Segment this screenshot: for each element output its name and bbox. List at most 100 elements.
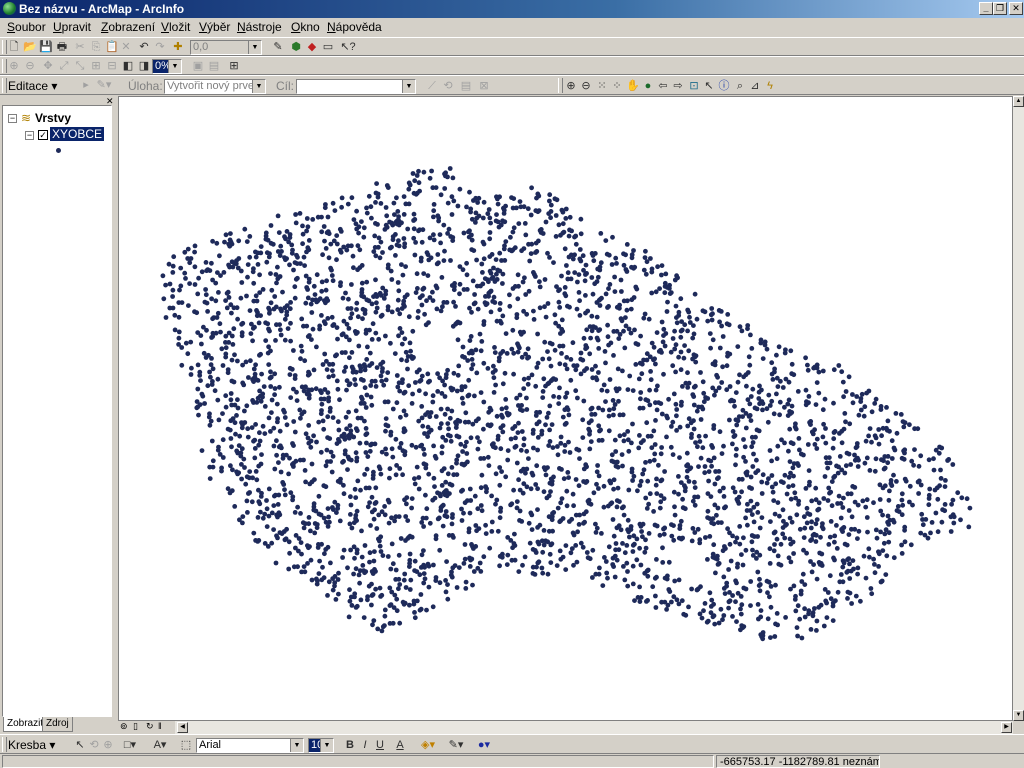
edit-tool-icon[interactable]: ▸ bbox=[78, 77, 94, 93]
menu-okno[interactable]: Okno bbox=[291, 20, 320, 34]
data-view-icon[interactable]: ⊚ bbox=[120, 721, 128, 732]
marker-color-icon[interactable]: ●▾ bbox=[476, 737, 492, 753]
select-features-icon[interactable]: ⊡ bbox=[686, 78, 702, 94]
editor-menu-button[interactable]: Editace ▾ bbox=[8, 79, 57, 93]
attributes-icon[interactable]: ▤ bbox=[458, 78, 474, 94]
previous-extent-icon[interactable]: ◧ bbox=[120, 58, 136, 74]
editor-toolbar-icon[interactable]: ✎ bbox=[270, 39, 286, 55]
fixed-zoom-out-icon[interactable]: ⁘ bbox=[609, 78, 625, 94]
focus-data-frame-icon[interactable]: ▤ bbox=[206, 58, 222, 74]
next-extent-icon[interactable]: ◨ bbox=[136, 58, 152, 74]
map-scale-combo[interactable]: 0,0 ▼ bbox=[190, 40, 262, 55]
fixed-zoom-out-icon[interactable]: ⊟ bbox=[104, 58, 120, 74]
arctoolbox-icon[interactable]: ◆ bbox=[304, 39, 320, 55]
redo-icon[interactable]: ↷ bbox=[152, 39, 168, 55]
identify-icon[interactable]: ⓘ bbox=[716, 78, 732, 94]
save-icon[interactable]: 💾 bbox=[38, 39, 54, 55]
restore-button[interactable]: ❐ bbox=[993, 2, 1007, 15]
rectangle-icon[interactable]: □▾ bbox=[122, 737, 138, 753]
fixed-zoom-in-icon[interactable]: ⁙ bbox=[594, 78, 610, 94]
draw-menu-button[interactable]: Kresba ▾ bbox=[8, 738, 55, 752]
font-name-combo[interactable]: Arial ▼ bbox=[196, 738, 304, 753]
font-size-combo[interactable]: 10 ▼ bbox=[308, 738, 334, 753]
scroll-down-icon[interactable]: ▼ bbox=[1013, 710, 1024, 721]
bold-button[interactable]: B bbox=[342, 737, 358, 753]
zoom-100-icon[interactable]: ⤡ bbox=[72, 58, 88, 74]
zoom-in-page-icon[interactable]: ⊕ bbox=[6, 58, 22, 74]
add-data-icon[interactable]: ✚ bbox=[170, 39, 186, 55]
menu-vyber[interactable]: Výběr bbox=[199, 20, 230, 34]
layer-label[interactable]: XYOBCE bbox=[50, 127, 105, 141]
zoom-out-icon[interactable]: ⊖ bbox=[578, 78, 594, 94]
tab-zobrazit[interactable]: Zobrazit bbox=[3, 717, 48, 732]
zoom-selected-icon[interactable]: ⊕ bbox=[100, 737, 116, 753]
whats-this-help-icon[interactable]: ↖? bbox=[340, 39, 356, 55]
line-color-icon[interactable]: ✎▾ bbox=[448, 737, 464, 753]
zoom-out-page-icon[interactable]: ⊖ bbox=[22, 58, 38, 74]
close-button[interactable]: ✕ bbox=[1009, 2, 1023, 15]
edit-vertices-icon[interactable]: ⬚ bbox=[178, 737, 194, 753]
toolbar-grip[interactable] bbox=[2, 78, 7, 93]
pause-draw-icon[interactable]: ǁ bbox=[158, 721, 162, 731]
menu-soubor[interactable]: Soubor bbox=[7, 20, 46, 34]
command-line-icon[interactable]: ▭ bbox=[320, 39, 336, 55]
menu-napoveda[interactable]: Nápověda bbox=[327, 20, 382, 34]
split-tool-icon[interactable]: ⟋ bbox=[424, 78, 440, 94]
toggle-draft-icon[interactable]: ▣ bbox=[190, 58, 206, 74]
collapse-icon[interactable]: − bbox=[8, 114, 17, 123]
municipality-point bbox=[341, 547, 347, 553]
refresh-icon[interactable]: ↻ bbox=[146, 721, 154, 732]
task-combo[interactable]: Vytvořit nový prvek ▼ bbox=[164, 79, 266, 94]
pan-page-icon[interactable]: ✥ bbox=[40, 58, 56, 74]
measure-icon[interactable]: ⊿ bbox=[747, 78, 763, 94]
horizontal-scrollbar[interactable]: ◀ ▶ bbox=[175, 721, 1013, 734]
menu-upravit[interactable]: Upravit bbox=[53, 20, 91, 34]
undo-icon[interactable]: ↶ bbox=[136, 39, 152, 55]
text-tool-icon[interactable]: A▾ bbox=[152, 737, 168, 753]
font-color-button[interactable]: A bbox=[392, 737, 408, 753]
menu-vlozit[interactable]: Vložit bbox=[161, 20, 190, 34]
full-extent-globe-icon[interactable]: ● bbox=[640, 78, 656, 94]
copy-icon[interactable]: ⎘ bbox=[88, 39, 104, 55]
rotate-tool-icon[interactable]: ⟲ bbox=[440, 78, 456, 94]
tab-zdroj[interactable]: Zdroj bbox=[42, 717, 73, 732]
select-elements-icon[interactable]: ↖ bbox=[701, 78, 717, 94]
zoom-percent-combo[interactable]: 0% ▼ bbox=[152, 59, 182, 74]
arccatalog-icon[interactable]: ⬢ bbox=[288, 39, 304, 55]
scroll-left-icon[interactable]: ◀ bbox=[177, 722, 188, 733]
open-folder-icon[interactable]: 📂 bbox=[22, 39, 38, 55]
change-layout-icon[interactable]: ⊞ bbox=[226, 58, 242, 74]
print-icon[interactable]: 🖶 bbox=[54, 39, 70, 55]
map-display[interactable] bbox=[118, 96, 1013, 721]
zoom-whole-page-icon[interactable]: ⤢ bbox=[56, 58, 72, 74]
italic-button[interactable]: I bbox=[357, 737, 373, 753]
pan-hand-icon[interactable]: ✋ bbox=[625, 78, 641, 94]
layout-view-icon[interactable]: ▯ bbox=[133, 721, 138, 732]
fixed-zoom-in-icon[interactable]: ⊞ bbox=[88, 58, 104, 74]
collapse-icon[interactable]: − bbox=[25, 131, 34, 140]
delete-icon[interactable]: ✕ bbox=[118, 39, 134, 55]
forward-arrow-icon[interactable]: ⇨ bbox=[670, 78, 686, 94]
layer-visibility-checkbox[interactable]: ✓ bbox=[38, 130, 48, 140]
cut-icon[interactable]: ✂ bbox=[72, 39, 88, 55]
toolbar-grip[interactable] bbox=[2, 737, 7, 752]
municipality-point bbox=[324, 447, 330, 453]
back-arrow-icon[interactable]: ⇦ bbox=[655, 78, 671, 94]
sketch-properties-icon[interactable]: ⊠ bbox=[476, 78, 492, 94]
menu-zobrazeni[interactable]: Zobrazení bbox=[101, 20, 155, 34]
sketch-tool-icon[interactable]: ✎▾ bbox=[96, 77, 112, 93]
fill-color-icon[interactable]: ◈▾ bbox=[420, 737, 436, 753]
hyperlink-icon[interactable]: ϟ bbox=[762, 78, 778, 94]
scroll-right-icon[interactable]: ▶ bbox=[1001, 722, 1012, 733]
new-document-icon[interactable]: 🗋 bbox=[6, 39, 22, 55]
target-combo[interactable]: ▼ bbox=[296, 79, 416, 94]
underline-button[interactable]: U bbox=[372, 737, 388, 753]
point-symbol-icon[interactable] bbox=[56, 148, 61, 153]
find-binoculars-icon[interactable]: ⌕ bbox=[732, 78, 748, 94]
minimize-button[interactable]: _ bbox=[979, 2, 993, 15]
scroll-up-icon[interactable]: ▲ bbox=[1013, 96, 1024, 107]
vertical-scrollbar[interactable]: ▲ ▼ bbox=[1013, 96, 1024, 721]
menu-nastroje[interactable]: Nástroje bbox=[237, 20, 282, 34]
zoom-in-icon[interactable]: ⊕ bbox=[563, 78, 579, 94]
data-frame-label[interactable]: Vrstvy bbox=[35, 111, 71, 125]
